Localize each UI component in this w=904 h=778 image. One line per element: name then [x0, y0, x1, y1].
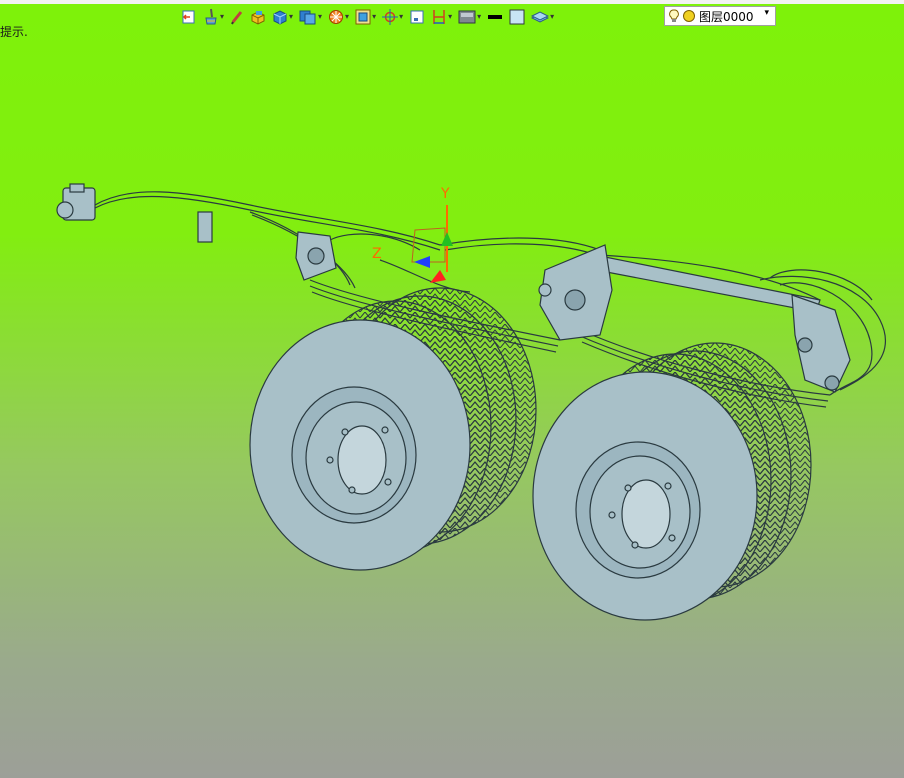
yellow-circle-icon	[683, 10, 695, 22]
lightbulb-icon	[669, 9, 679, 22]
line-weight-icon	[488, 15, 503, 19]
line-weight-button[interactable]	[487, 6, 503, 28]
layer-name: 图层0000	[699, 9, 754, 24]
layer-select[interactable]: 图层0000 ▾	[664, 6, 776, 26]
paint-button[interactable]: ▾	[203, 6, 224, 28]
cube-view-button[interactable]: ▾	[272, 6, 293, 28]
trailer-axle-model	[56, 183, 887, 621]
color-swatch-icon	[509, 9, 525, 25]
top-strip	[0, 0, 904, 4]
render-wheel-icon	[329, 10, 344, 24]
box-button[interactable]	[250, 6, 266, 28]
chevron-down-icon[interactable]: ▾	[220, 13, 224, 21]
layer-stack-button[interactable]: ▾	[531, 6, 554, 28]
front-hanger	[791, 294, 851, 393]
rear-bracket	[295, 231, 337, 281]
view-toolbar: ▾ ▾ ▾ ▾ ▾ ▾ ▾ ▾ ▾	[181, 5, 560, 29]
chevron-down-icon[interactable]: ▾	[550, 13, 554, 21]
snap-target-icon	[382, 9, 399, 25]
chevron-down-icon[interactable]: ▾	[318, 13, 322, 21]
chevron-down-icon[interactable]: ▾	[399, 13, 403, 21]
front-wheel	[532, 342, 812, 621]
work-plane-button[interactable]	[409, 6, 425, 28]
shading-button[interactable]: ▾	[458, 6, 481, 28]
chevron-down-icon[interactable]: ▾	[448, 13, 452, 21]
stacked-views-button[interactable]: ▾	[299, 6, 322, 28]
layer-stack-icon	[531, 11, 550, 23]
y-axis-label: Y	[440, 186, 450, 202]
exit-icon	[182, 10, 195, 24]
chevron-down-icon[interactable]: ▾	[477, 13, 481, 21]
chevron-down-icon[interactable]: ▾	[289, 13, 293, 21]
color-swatch-button[interactable]	[509, 6, 525, 28]
dimension-icon	[433, 10, 445, 24]
render-button[interactable]: ▾	[328, 6, 349, 28]
center-hanger	[538, 244, 613, 341]
dimension-button[interactable]: ▾	[431, 6, 452, 28]
chevron-down-icon[interactable]: ▾	[764, 8, 769, 18]
work-plane-icon	[410, 10, 424, 24]
image-frame-button[interactable]: ▾	[355, 6, 376, 28]
pen-button[interactable]	[230, 6, 244, 28]
connector-plug	[56, 183, 96, 221]
box-3d-icon	[251, 11, 265, 25]
stacked-views-icon	[299, 10, 316, 25]
harness-clip	[197, 211, 213, 243]
chevron-down-icon[interactable]: ▾	[372, 13, 376, 21]
rear-wheel	[249, 287, 537, 571]
snap-button[interactable]: ▾	[382, 6, 403, 28]
shading-icon	[458, 10, 476, 24]
pen-icon	[231, 11, 243, 25]
z-axis-label: Z	[372, 246, 382, 262]
exit-button[interactable]	[181, 6, 197, 28]
cube-view-icon	[273, 10, 287, 25]
chevron-down-icon[interactable]: ▾	[345, 13, 349, 21]
3d-viewport[interactable]: Y Z	[0, 30, 904, 778]
paint-brush-icon	[205, 8, 217, 25]
image-frame-icon	[355, 9, 371, 25]
